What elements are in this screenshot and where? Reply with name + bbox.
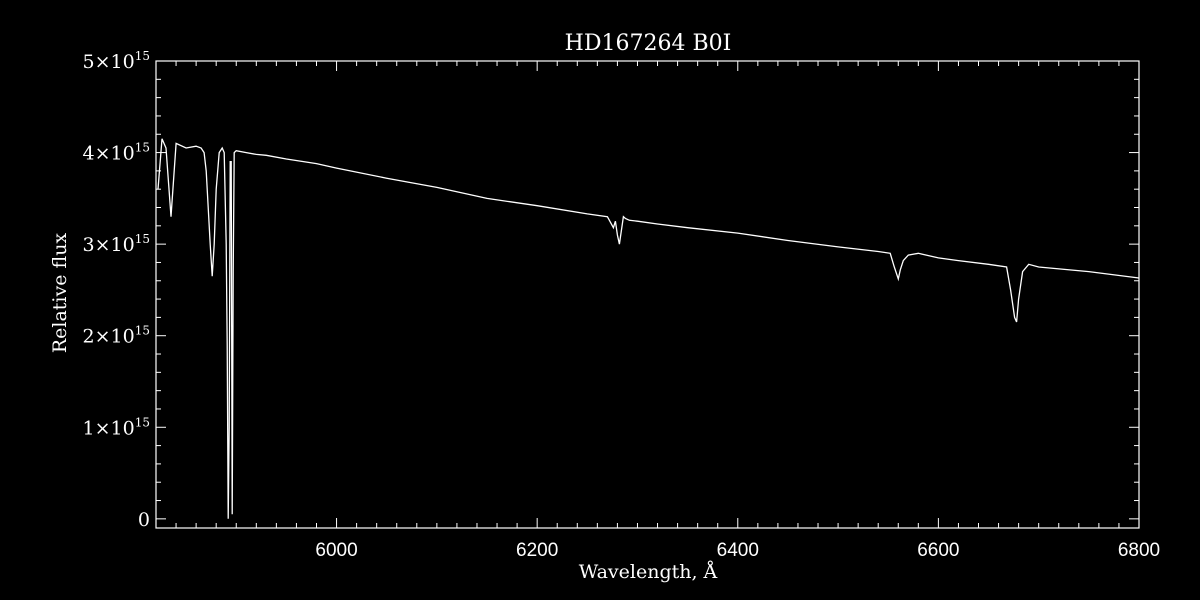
x-tick-label: 6600 [917, 540, 959, 561]
y-axis-label: Relative flux [49, 233, 71, 354]
y-tick-exponent: 15 [135, 415, 150, 429]
y-tick-label: 3×1015 [83, 232, 150, 256]
x-tick-label: 6800 [1118, 540, 1160, 561]
y-tick-label: 1×1015 [83, 415, 150, 439]
x-tick-label: 6400 [717, 540, 759, 561]
chart-title: HD167264 B0I [565, 31, 732, 56]
x-tick-label: 6000 [315, 540, 357, 561]
y-tick-exponent: 15 [135, 324, 150, 338]
axis-ticks [156, 60, 1140, 528]
tick-labels: 6000 6200 6400 6600 6800 0 1×1015 2×1015 3×1015 4… [83, 49, 1161, 561]
plot-frame [155, 60, 1140, 529]
y-tick-label: 5×1015 [83, 49, 150, 73]
series-line-spectrum [157, 138, 1140, 519]
y-tick-exponent: 15 [135, 232, 150, 246]
y-tick-label: 4×1015 [83, 141, 150, 165]
y-tick-exponent: 15 [135, 49, 150, 63]
x-axis-label: Wavelength, Å [579, 561, 718, 583]
y-tick-label: 0 [138, 509, 150, 531]
spectrum-chart: HD167264 B0I 6000 6200 6400 6600 6800 0 1×1015… [49, 31, 1161, 583]
x-tick-label: 6200 [516, 540, 558, 561]
plot-border [155, 60, 1140, 529]
y-tick-exponent: 15 [135, 141, 150, 155]
y-tick-label: 2×1015 [83, 324, 150, 348]
